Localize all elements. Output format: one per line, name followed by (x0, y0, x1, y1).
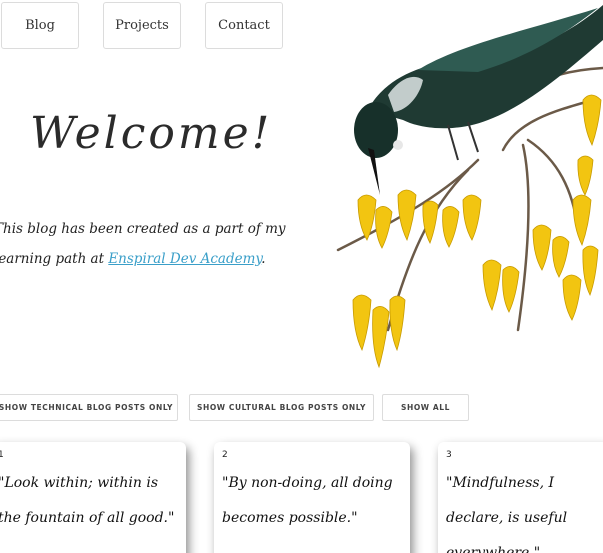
card-quote: "By non-doing, all doing becomes possibl… (222, 475, 393, 526)
filter-all-button[interactable]: SHOW ALL (382, 394, 469, 421)
card-quote: "Look within; within is the fountain of … (0, 475, 175, 526)
nav-projects-button[interactable]: Projects (103, 2, 181, 49)
quote-card[interactable]: 2 "By non-doing, all doing becomes possi… (214, 442, 410, 553)
card-quote: "Mindfulness, I declare, is useful every… (446, 475, 568, 553)
academy-link[interactable]: Enspiral Dev Academy (108, 251, 261, 267)
tui-bird-image (336, 5, 603, 369)
filter-technical-button[interactable]: SHOW TECHNICAL BLOG POSTS ONLY (0, 394, 178, 421)
card-number: 1 (0, 450, 4, 460)
welcome-heading: Welcome! (30, 108, 273, 159)
quote-card[interactable]: 1 "Look within; within is the fountain o… (0, 442, 186, 553)
card-number: 2 (222, 450, 228, 460)
nav-blog-button[interactable]: Blog (1, 2, 79, 49)
quote-card[interactable]: 3 "Mindfulness, I declare, is useful eve… (438, 442, 603, 553)
intro-paragraph: This blog has been created as a part of … (0, 214, 324, 274)
intro-end: . (261, 251, 266, 267)
filter-cultural-button[interactable]: SHOW CULTURAL BLOG POSTS ONLY (189, 394, 374, 421)
nav-contact-button[interactable]: Contact (205, 2, 283, 49)
card-number: 3 (446, 450, 452, 460)
